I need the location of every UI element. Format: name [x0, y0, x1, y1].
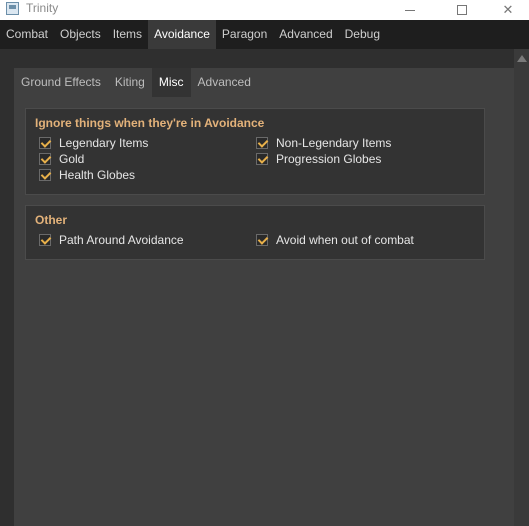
checkbox-checked-icon[interactable] — [39, 137, 51, 149]
ignore-group-title: Ignore things when they're in Avoidance — [35, 116, 265, 130]
app-icon — [6, 2, 19, 15]
path-around-avoidance-checkbox[interactable]: Path Around Avoidance — [39, 233, 184, 247]
gold-checkbox[interactable]: Gold — [39, 152, 84, 166]
tab-debug[interactable]: Debug — [339, 20, 386, 49]
non-legendary-items-checkbox[interactable]: Non-Legendary Items — [256, 136, 391, 150]
progression-globes-checkbox[interactable]: Progression Globes — [256, 152, 381, 166]
tab-objects[interactable]: Objects — [54, 20, 107, 49]
vertical-scrollbar[interactable] — [514, 49, 529, 526]
close-button[interactable]: ✕ — [486, 0, 529, 20]
close-icon: ✕ — [502, 2, 514, 17]
minimize-button[interactable] — [388, 0, 432, 20]
checkbox-label: Health Globes — [59, 168, 136, 182]
checkbox-label: Non-Legendary Items — [276, 136, 392, 150]
health-globes-checkbox[interactable]: Health Globes — [39, 168, 135, 182]
checkbox-label: Avoid when out of combat — [276, 233, 414, 247]
sub-tab-bar: Ground Effects Kiting Misc Advanced — [14, 68, 258, 97]
subtab-ground-effects[interactable]: Ground Effects — [14, 68, 108, 97]
checkbox-checked-icon[interactable] — [39, 153, 51, 165]
ignore-group: Ignore things when they're in Avoidance … — [25, 108, 485, 195]
subtab-misc[interactable]: Misc — [151, 68, 191, 97]
maximize-icon — [457, 5, 467, 15]
tab-advanced[interactable]: Advanced — [273, 20, 338, 49]
subtab-kiting[interactable]: Kiting — [108, 68, 152, 97]
window-title: Trinity — [26, 1, 59, 15]
avoid-out-of-combat-checkbox[interactable]: Avoid when out of combat — [256, 233, 414, 247]
minimize-icon — [405, 9, 415, 11]
maximize-button[interactable] — [440, 0, 484, 20]
checkbox-checked-icon[interactable] — [256, 137, 268, 149]
tab-avoidance[interactable]: Avoidance — [148, 20, 216, 49]
other-group-title: Other — [35, 213, 68, 227]
legendary-items-checkbox[interactable]: Legendary Items — [39, 136, 148, 150]
checkbox-checked-icon[interactable] — [39, 169, 51, 181]
checkbox-checked-icon[interactable] — [39, 234, 51, 246]
scroll-up-icon[interactable] — [517, 55, 527, 62]
tab-combat[interactable]: Combat — [0, 20, 54, 49]
checkbox-label: Path Around Avoidance — [59, 233, 184, 247]
checkbox-label: Legendary Items — [59, 136, 149, 150]
other-group: Other Path Around Avoidance Avoid when o… — [25, 205, 485, 260]
checkbox-checked-icon[interactable] — [256, 234, 268, 246]
main-tab-bar: Combat Objects Items Avoidance Paragon A… — [0, 20, 529, 49]
tab-paragon[interactable]: Paragon — [216, 20, 273, 49]
title-bar: Trinity ✕ — [0, 0, 529, 20]
tab-items[interactable]: Items — [107, 20, 148, 49]
checkbox-checked-icon[interactable] — [256, 153, 268, 165]
checkbox-label: Progression Globes — [276, 152, 382, 166]
subtab-advanced[interactable]: Advanced — [191, 68, 258, 97]
checkbox-label: Gold — [59, 152, 85, 166]
